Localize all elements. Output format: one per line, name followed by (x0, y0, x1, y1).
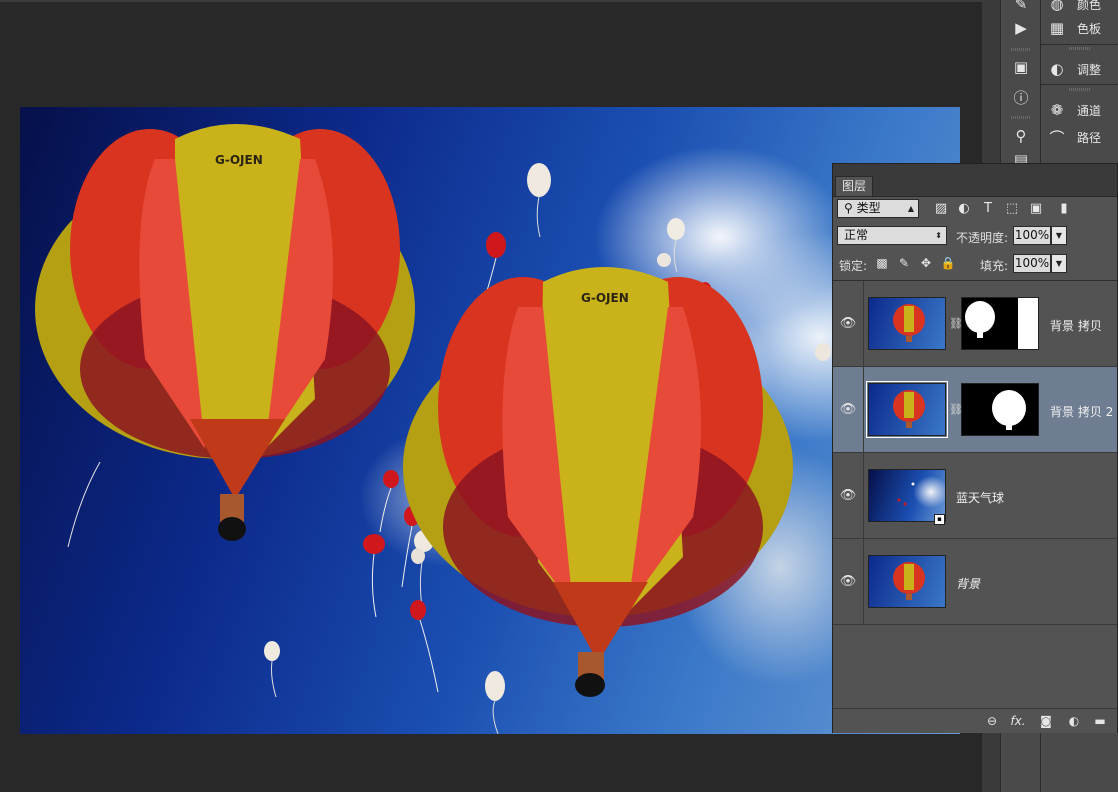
layer-row-copy[interactable]: 👁 ⛓ 背景 拷贝 (833, 281, 1117, 367)
layer-mask-thumbnail[interactable] (961, 297, 1039, 350)
layers-list: 👁 ⛓ 背景 拷贝 👁 ⛓ 背景 拷贝 2 👁 ▪ 蓝天气球 👁 背景 (833, 280, 1117, 631)
new-group-icon[interactable]: ▬ (1091, 712, 1109, 730)
layer-row-background[interactable]: 👁 背景 (833, 539, 1117, 625)
panel-tab-bar: 图层 (833, 164, 1117, 197)
document-top-border (0, 0, 982, 2)
fill-dropdown-arrow[interactable]: ▼ (1051, 254, 1067, 273)
blend-row: 正常 ⬍ 不透明度: 100% ▼ (833, 226, 1117, 254)
dock-item-color[interactable]: ◍ 颜色 (1047, 0, 1101, 15)
channels-icon: ❁ (1050, 101, 1064, 119)
mask-link-icon[interactable]: ⛓ (949, 317, 963, 331)
lock-transparent-icon[interactable]: ▩ (874, 255, 890, 271)
updown-arrow-icon: ⬍ (935, 231, 942, 240)
dock-separator (1041, 84, 1118, 85)
layer-name[interactable]: 背景 (956, 575, 980, 592)
blend-mode-select[interactable]: 正常 ⬍ (837, 226, 947, 245)
dock-item-label: 颜色 (1077, 0, 1102, 12)
shape-filter-icon[interactable]: ⬚ (1003, 199, 1021, 217)
layer-row-copy-2[interactable]: 👁 ⛓ 背景 拷贝 2 (833, 367, 1117, 453)
lock-position-icon[interactable]: ✥ (918, 255, 934, 271)
filter-toggle-icon[interactable]: ▮ (1055, 199, 1073, 217)
play-icon[interactable]: ▶ (1009, 16, 1033, 40)
dock-item-label: 通道 (1077, 103, 1102, 118)
add-mask-icon[interactable]: ◙ (1037, 712, 1055, 730)
lock-all-icon[interactable]: 🔒 (940, 255, 956, 271)
opacity-input[interactable]: 100% (1013, 226, 1051, 245)
history-brush-icon[interactable]: ✎ (1009, 0, 1033, 16)
layer-name[interactable]: 背景 拷贝 2 (1050, 403, 1113, 420)
layers-panel: 图层 ⚲ 类型 ▲ ▨ ◐ T ⬚ ▣ ▮ 正常 ⬍ 不透明度: 100% ▼ … (832, 163, 1118, 733)
layer-mask-thumbnail[interactable] (961, 383, 1039, 436)
layer-row-sky-balloons[interactable]: 👁 ▪ 蓝天气球 (833, 453, 1117, 539)
link-layers-icon[interactable]: ⊖ (983, 712, 1001, 730)
lock-row: 锁定: ▩ ✎ ✥ 🔒 填充: 100% ▼ (833, 254, 1117, 282)
mask-link-icon[interactable]: ⛓ (949, 403, 963, 417)
opacity-dropdown-arrow[interactable]: ▼ (1051, 226, 1067, 245)
dock-grip[interactable] (1011, 48, 1031, 51)
dock-item-label: 色板 (1077, 21, 1102, 36)
blend-mode-value: 正常 (844, 228, 869, 242)
white-balloon-1 (527, 163, 551, 238)
image-filter-icon[interactable]: ▨ (932, 199, 950, 217)
smart-object-filter-icon[interactable]: ▣ (1027, 199, 1045, 217)
visibility-eye-icon[interactable]: 👁 (833, 281, 864, 366)
fx-icon[interactable]: fx. (1009, 712, 1027, 730)
swatches-icon: ▦ (1049, 19, 1065, 37)
visibility-eye-icon[interactable]: 👁 (833, 539, 864, 624)
balloon-left-text: G-OJEN (215, 153, 263, 167)
layers-panel-footer: ⊖ fx. ◙ ◐ ▬ (833, 708, 1117, 733)
dock-item-label: 调整 (1077, 62, 1102, 77)
dock-item-label: 路径 (1077, 130, 1102, 145)
visibility-eye-icon[interactable]: 👁 (833, 453, 864, 538)
updown-arrow-icon: ▲ (907, 204, 914, 213)
balloon-right-text: G-OJEN (581, 291, 629, 305)
adjustments-icon: ◐ (1050, 60, 1064, 78)
smart-object-badge-icon: ▪ (934, 514, 945, 525)
brush-tool-icon[interactable]: ⚲ (1009, 124, 1033, 148)
dock-item-swatches[interactable]: ▦ 色板 (1047, 17, 1101, 39)
filter-kind-select[interactable]: ⚲ 类型 ▲ (837, 199, 919, 218)
dock-grip[interactable] (1069, 47, 1091, 50)
paths-icon: ⌒ (1049, 128, 1065, 147)
dock-item-adjustments[interactable]: ◐ 调整 (1047, 58, 1101, 80)
dock-grip[interactable] (1011, 116, 1031, 119)
dock-item-channels[interactable]: ❁ 通道 (1047, 99, 1101, 121)
visibility-eye-icon[interactable]: 👁 (833, 367, 864, 452)
color-icon: ◍ (1050, 0, 1064, 13)
white-balloon-4 (815, 343, 831, 361)
lock-label: 锁定: (839, 259, 868, 273)
layer-filter-row: ⚲ 类型 ▲ ▨ ◐ T ⬚ ▣ ▮ (833, 199, 1117, 227)
filter-kind-value: 类型 (856, 201, 881, 215)
dock-grip[interactable] (1069, 88, 1091, 91)
lock-image-icon[interactable]: ✎ (896, 255, 912, 271)
dock-item-paths[interactable]: ⌒ 路径 (1047, 126, 1101, 148)
properties-icon[interactable]: ▣ (1009, 55, 1033, 79)
layer-thumbnail[interactable] (866, 381, 948, 438)
adjustment-layer-icon[interactable]: ◐ (1065, 712, 1083, 730)
info-icon[interactable]: ⓘ (1009, 85, 1033, 109)
layer-thumbnail[interactable] (868, 555, 946, 608)
opacity-label: 不透明度: (956, 231, 1009, 245)
search-icon: ⚲ (844, 201, 853, 215)
layer-name[interactable]: 蓝天气球 (956, 489, 1004, 506)
image-canvas[interactable]: G-OJEN G-OJEN (20, 107, 960, 734)
layer-thumbnail[interactable] (868, 297, 946, 350)
dock-separator (1041, 44, 1118, 45)
fill-input[interactable]: 100% (1013, 254, 1051, 273)
fill-label: 填充: (980, 259, 1009, 273)
hot-air-balloon-right: G-OJEN (403, 267, 793, 697)
hot-air-balloon-left: G-OJEN (35, 124, 415, 541)
type-filter-icon[interactable]: T (979, 199, 997, 217)
white-balloon-7 (264, 641, 280, 698)
layer-name[interactable]: 背景 拷贝 (1050, 317, 1102, 334)
tab-layers[interactable]: 图层 (835, 176, 874, 196)
adjustment-filter-icon[interactable]: ◐ (955, 199, 973, 217)
